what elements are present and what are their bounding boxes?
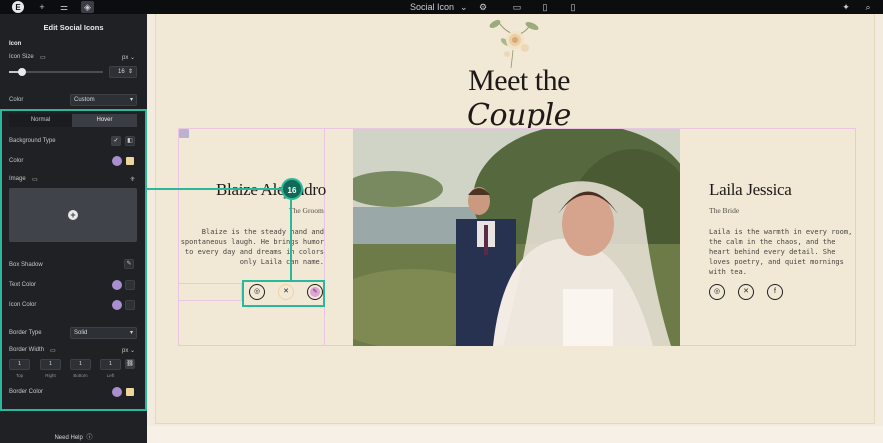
highlight-hover-settings [0,109,147,411]
layers-icon[interactable]: ◈ [81,1,94,13]
couple-photo [353,129,680,346]
groom-name: Blaize Alejandro [216,180,326,200]
x-icon[interactable]: ✕ [278,284,294,300]
groom-bio: Blaize is the steady hand and spontaneou… [180,228,324,266]
section-heading: Meet the Couple [419,64,619,133]
instagram-icon[interactable]: ◎ [249,284,265,300]
unit-selector[interactable]: px ⌄ [122,54,135,61]
edit-handle-icon: ✎ [310,287,320,297]
icon-size-label: Icon Size [9,54,34,60]
sliders-icon[interactable]: ⚌ [58,1,70,13]
share-icon[interactable]: ✦ [840,1,852,13]
panel-title: Edit Social Icons [43,23,104,32]
need-help-link[interactable]: Need Help ⓘ [0,432,147,441]
add-icon[interactable]: + [36,1,48,13]
mobile-icon[interactable]: ▯ [568,1,578,13]
icon-size-slider[interactable] [9,68,103,76]
desktop-icon: ▭ [40,55,46,61]
slider-thumb[interactable] [18,68,27,76]
desktop-icon[interactable]: ▭ [511,1,523,13]
icon-size-badge: 16 [281,178,303,200]
section-label-icon: Icon [9,41,22,47]
widget-outline [178,283,242,301]
floral-decoration [489,19,539,69]
heading-plain: Meet the [468,64,570,97]
next-section [147,426,883,443]
page-name: Social Icon [410,2,455,12]
color-select-value: Custom [74,97,95,103]
instagram-icon[interactable]: ◎ [709,284,725,300]
preview-canvas: Meet the Couple Blaize Alejandro The Gro… [147,14,883,443]
stepper-icon: ⇕ [127,69,133,75]
top-bar: E + ⚌ ◈ Social Icon ⌄ ⚙ ▭ ▯ ▯ ✦ ⌕ [0,0,883,14]
icon-size-value: 16 [118,69,125,75]
tablet-icon[interactable]: ▯ [540,1,550,13]
help-icon: ⓘ [86,435,93,441]
column-handle-icon[interactable] [179,129,189,138]
icon-size-input[interactable]: 16 ⇕ [109,66,137,78]
facebook-icon[interactable]: ✎ [307,284,323,300]
elementor-logo-icon[interactable]: E [11,1,25,13]
facebook-icon[interactable]: f [767,284,783,300]
x-icon[interactable]: ✕ [738,284,754,300]
color-select[interactable]: Custom ▾ [70,94,137,106]
search-icon[interactable]: ⌕ [862,1,874,13]
chevron-down-icon: ⌄ [460,1,468,12]
bride-bio: Laila is the warmth in every room, the c… [709,228,853,276]
connector-line [290,200,292,280]
gear-icon[interactable]: ⚙ [477,1,489,13]
chevron-down-icon: ▾ [129,97,133,103]
bride-role: The Bride [709,206,740,215]
need-help-text: Need Help [54,435,83,441]
groom-role: The Groom [289,206,324,215]
connector-line [147,188,281,190]
bride-name: Laila Jessica [709,180,792,199]
page-selector[interactable]: Social Icon ⌄ [410,1,470,13]
color-label: Color [9,97,24,103]
